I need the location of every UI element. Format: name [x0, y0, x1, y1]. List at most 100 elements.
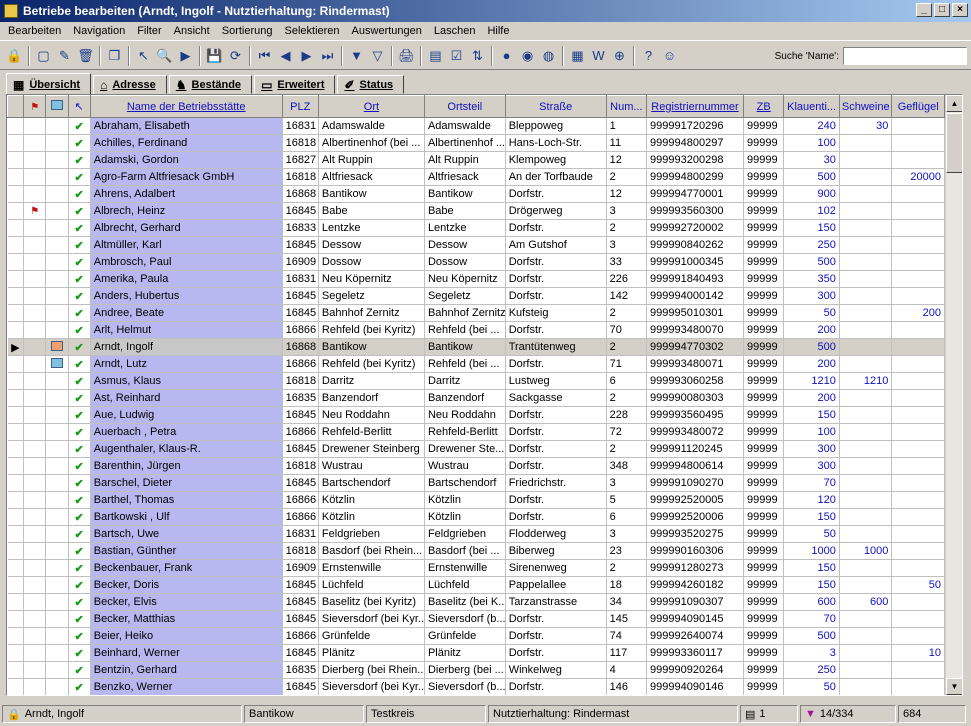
check-doc-icon[interactable]: ☑	[446, 45, 467, 66]
maximize-button[interactable]: □	[934, 3, 950, 17]
find-icon[interactable]: 🔍	[154, 45, 175, 66]
table-row[interactable]: ✔ Benzko, Werner 16845 Sieversdorf (bei Kyr…	[7, 678, 945, 695]
status-cell: ✔	[68, 372, 91, 390]
scroll-down-button[interactable]: ▼	[946, 678, 962, 695]
menu-laschen[interactable]: Laschen	[428, 25, 482, 37]
table-row[interactable]: ✔ Achilles, Ferdinand 16818 Albertinenhof (…	[7, 134, 945, 152]
globe2-icon[interactable]: ◉	[517, 45, 538, 66]
scroll-thumb[interactable]	[946, 113, 962, 173]
form-icon[interactable]: ▤	[425, 45, 446, 66]
table-row[interactable]: ✔ Ambrosch, Paul 16909 Dossow Dossow Dorfstr.…	[7, 253, 945, 271]
col-plz-header[interactable]: PLZ	[281, 95, 319, 118]
col-strasse-header[interactable]: Straße	[504, 95, 607, 118]
table-row[interactable]: ✔ Auerbach , Petra 16866 Rehfeld-Berlitt Reh…	[7, 423, 945, 441]
menu-hilfe[interactable]: Hilfe	[481, 25, 515, 37]
row-indicator	[7, 542, 25, 560]
filter-icon[interactable]: ▼	[346, 45, 367, 66]
tab-bestände[interactable]: ♞ Bestände	[168, 75, 253, 94]
table-row[interactable]: ✔ Altmüller, Karl 16845 Dessow Dessow Am Guts…	[7, 236, 945, 254]
menu-selektieren[interactable]: Selektieren	[279, 25, 346, 37]
menu-bearbeiten[interactable]: Bearbeiten	[2, 25, 67, 37]
table-row[interactable]: ✔ Anders, Hubertus 16845 Segeletz Segeletz Do…	[7, 287, 945, 305]
col-ortsteil-header[interactable]: Ortsteil	[423, 95, 506, 118]
edit-doc-icon[interactable]: ✎	[54, 45, 75, 66]
refresh-icon[interactable]: ⟳	[225, 45, 246, 66]
menu-auswertungen[interactable]: Auswertungen	[346, 25, 428, 37]
help-icon[interactable]: ?	[638, 45, 659, 66]
table-row[interactable]: ✔ Beckenbauer, Frank 16909 Ernstenwille Erns…	[7, 559, 945, 577]
save-icon[interactable]: 💾	[204, 45, 225, 66]
menu-ansicht[interactable]: Ansicht	[168, 25, 216, 37]
table-row[interactable]: ✔ Becker, Matthias 16845 Sieversdorf (bei K…	[7, 610, 945, 628]
table-row[interactable]: ✔ Barthel, Thomas 16866 Kötzlin Kötzlin Dorfs…	[7, 491, 945, 509]
col-zb-header[interactable]: ZB	[742, 95, 785, 118]
table-row[interactable]: ✔ Andree, Beate 16845 Bahnhof Zernitz Bahnho…	[7, 304, 945, 322]
table-row[interactable]: ✔ Ast, Reinhard 16835 Banzendorf Banzendorf S…	[7, 389, 945, 407]
tab-erweitert[interactable]: ▭ Erweitert	[254, 75, 336, 94]
sort-icon[interactable]: ⇅	[467, 45, 488, 66]
tab-übersicht[interactable]: ▦ Übersicht	[6, 73, 92, 95]
table-row[interactable]: ✔ Augenthaler, Klaus-R. 16845 Drewener Stei…	[7, 440, 945, 458]
copy-icon[interactable]: ❐	[104, 45, 125, 66]
first-icon[interactable]: ⏮	[254, 45, 275, 66]
table-row[interactable]: ✔ Beinhard, Werner 16845 Plänitz Plänitz Dorf…	[7, 644, 945, 662]
run-icon[interactable]: ▶	[175, 45, 196, 66]
last-icon[interactable]: ⏭	[317, 45, 338, 66]
table-row[interactable]: ✔ Bartsch, Uwe 16831 Feldgrieben Feldgrieben…	[7, 525, 945, 543]
pc-col-header[interactable]	[45, 95, 69, 118]
word-icon[interactable]: W	[588, 45, 609, 66]
table-row[interactable]: ✔ Arndt, Lutz 16866 Rehfeld (bei Kyritz) Reh…	[7, 355, 945, 373]
pointer-icon[interactable]: ↖	[133, 45, 154, 66]
table-row[interactable]: ✔ Arlt, Helmut 16866 Rehfeld (bei Kyritz) Re…	[7, 321, 945, 339]
filter-edit-icon[interactable]: ▽	[367, 45, 388, 66]
table-row[interactable]: ✔ Bastian, Günther 16818 Basdorf (bei Rhein…	[7, 542, 945, 560]
user-icon[interactable]: ☺	[659, 45, 680, 66]
search-input[interactable]	[843, 47, 967, 65]
col-gefluegel-header[interactable]: Geflügel	[891, 95, 945, 118]
print-icon[interactable]: 🖨	[396, 45, 417, 66]
close-button[interactable]: ×	[952, 3, 968, 17]
table-row[interactable]: ✔ Becker, Elvis 16845 Baselitz (bei Kyritz)…	[7, 593, 945, 611]
globe-icon[interactable]: ●	[496, 45, 517, 66]
new-doc-icon[interactable]: ▢	[33, 45, 54, 66]
col-name-header[interactable]: Name der Betriebsstätte	[89, 95, 283, 118]
table-row[interactable]: ✔ Beier, Heiko 16866 Grünfelde Grünfelde Dorf…	[7, 627, 945, 645]
table-row[interactable]: ✔ Adamski, Gordon 16827 Alt Ruppin Alt Ruppi…	[7, 151, 945, 169]
table-row[interactable]: ✔ Bentzin, Gerhard 16835 Dierberg (bei Rhei…	[7, 661, 945, 679]
tab-adresse[interactable]: ⌂ Adresse	[93, 75, 167, 94]
table-row[interactable]: ⚑ ✔ Albrech, Heinz 16845 Babe Babe Drögerweg 3 9…	[7, 202, 945, 220]
table-row[interactable]: ✔ Agro-Farm Altfriesack GmbH 16818 Altfries…	[7, 168, 945, 186]
col-reg-header[interactable]: Registriernummer	[646, 95, 744, 118]
scroll-up-button[interactable]: ▲	[946, 95, 962, 112]
minimize-button[interactable]: _	[916, 3, 932, 17]
export-icon[interactable]: ⊕	[609, 45, 630, 66]
vertical-scrollbar[interactable]: ▲ ▼	[945, 95, 962, 695]
table-row[interactable]: ✔ Barschel, Dieter 16845 Bartschendorf Barts…	[7, 474, 945, 492]
table-row[interactable]: ▶ ✔ Arndt, Ingolf 16868 Bantikow Bantikow Tran…	[7, 338, 945, 356]
tab-status[interactable]: ✐ Status	[337, 75, 405, 94]
network-icon[interactable]: ◍	[538, 45, 559, 66]
table-row[interactable]: ✔ Albrecht, Gerhard 16833 Lentzke Lentzke Dor…	[7, 219, 945, 237]
col-ort-header[interactable]: Ort	[317, 95, 425, 118]
flag-col-header[interactable]: ⚑	[23, 95, 47, 118]
table-row[interactable]: ✔ Ahrens, Adalbert 16868 Bantikow Bantikow Do…	[7, 185, 945, 203]
menu-sortierung[interactable]: Sortierung	[216, 25, 279, 37]
table-row[interactable]: ✔ Becker, Doris 16845 Lüchfeld Lüchfeld Pappe…	[7, 576, 945, 594]
book-icon[interactable]: ▦	[567, 45, 588, 66]
next-icon[interactable]: ▶	[296, 45, 317, 66]
table-row[interactable]: ✔ Asmus, Klaus 16818 Darritz Darritz Lustweg 6…	[7, 372, 945, 390]
lock-icon[interactable]: 🔒	[4, 45, 25, 66]
menu-filter[interactable]: Filter	[131, 25, 167, 37]
col-klauen-header[interactable]: Klauenti...	[783, 95, 840, 118]
col-num-header[interactable]: Num...	[605, 95, 648, 118]
prev-icon[interactable]: ◀	[275, 45, 296, 66]
menu-navigation[interactable]: Navigation	[67, 25, 131, 37]
table-row[interactable]: ✔ Aue, Ludwig 16845 Neu Roddahn Neu Roddahn D…	[7, 406, 945, 424]
check-col-header[interactable]: ↖	[67, 95, 91, 118]
table-row[interactable]: ✔ Amerika, Paula 16831 Neu Köpernitz Neu Köp…	[7, 270, 945, 288]
table-row[interactable]: ✔ Barenthin, Jürgen 16818 Wustrau Wustrau Dor…	[7, 457, 945, 475]
col-schweine-header[interactable]: Schweine	[838, 95, 893, 118]
table-row[interactable]: ✔ Bartkowski , Ulf 16866 Kötzlin Kötzlin Dorf…	[7, 508, 945, 526]
delete-icon[interactable]: 🗑	[75, 45, 96, 66]
table-row[interactable]: ✔ Abraham, Elisabeth 16831 Adamswalde Adamsw…	[7, 117, 945, 135]
